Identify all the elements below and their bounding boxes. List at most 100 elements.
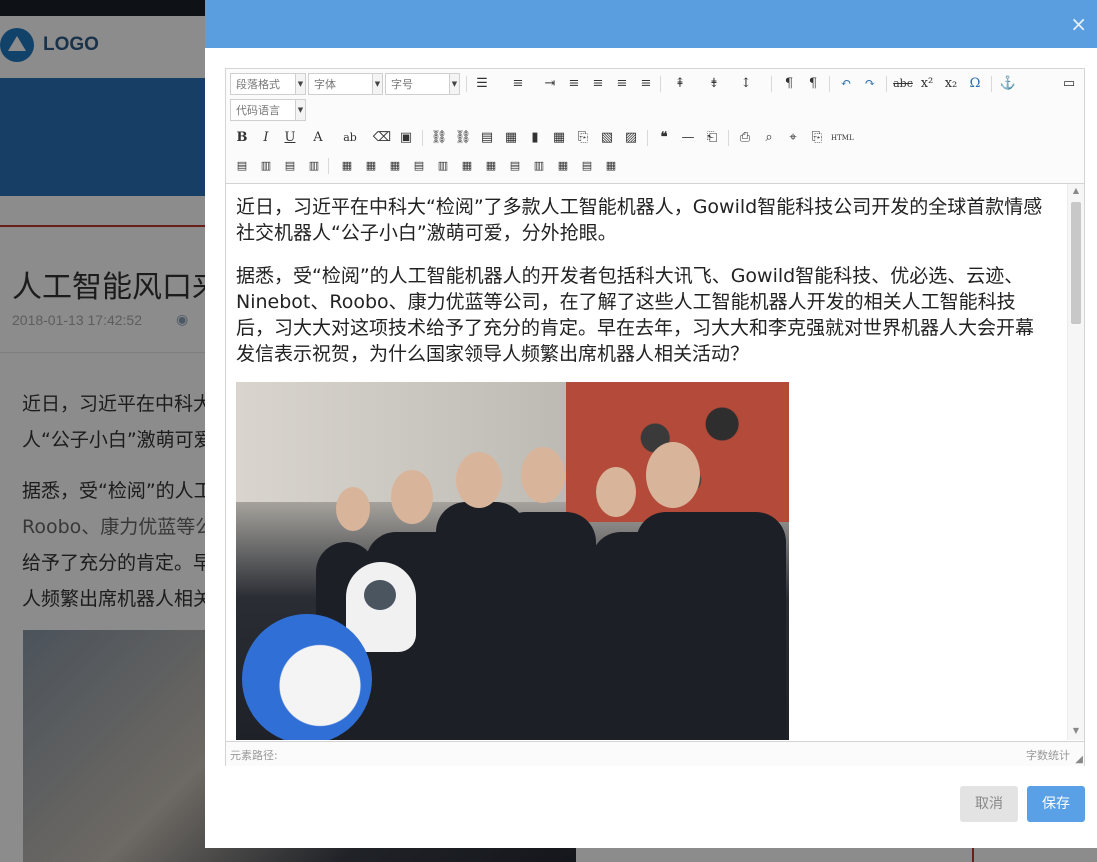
- toolbar-separator: [991, 76, 992, 92]
- element-path-label: 元素路径:: [230, 749, 278, 762]
- format-paint-icon[interactable]: ▣: [396, 128, 416, 148]
- rich-text-editor: 段落格式 ▼ 字体 ▼ 字号 ▼ ☰ ≡ ⇥ ≡ ≡ ≡ ≡ ⇞ ⇟ ↕ ¶ ¶ ↶ …: [225, 68, 1085, 766]
- split-to-cols-icon[interactable]: ▥: [529, 156, 549, 176]
- eraser-icon[interactable]: ⌫: [372, 128, 392, 148]
- insert-column-icon[interactable]: ▥: [256, 156, 276, 176]
- paragraph-format-select[interactable]: 段落格式 ▼: [230, 73, 306, 95]
- editor-toolbar: 段落格式 ▼ 字体 ▼ 字号 ▼ ☰ ≡ ⇥ ≡ ≡ ≡ ≡ ⇞ ⇟ ↕ ¶ ¶ ↶ …: [226, 69, 1084, 184]
- blockquote-icon[interactable]: ❝: [654, 128, 674, 148]
- font-color-icon[interactable]: A: [308, 128, 328, 148]
- toolbar-separator: [647, 130, 648, 146]
- content-photo[interactable]: [236, 382, 789, 740]
- map-icon[interactable]: ▧: [597, 128, 617, 148]
- align-right-icon[interactable]: ≡: [612, 74, 632, 94]
- multi-image-icon[interactable]: ▦: [501, 128, 521, 148]
- redo-icon[interactable]: ↷: [860, 74, 880, 94]
- delete-table-icon[interactable]: ▦: [553, 156, 573, 176]
- content-scrollbar[interactable]: ▲ ▼: [1067, 184, 1084, 740]
- merge-cells-icon[interactable]: ▦: [361, 156, 381, 176]
- font-size-select[interactable]: 字号 ▼: [385, 73, 460, 95]
- align-center-icon[interactable]: ≡: [588, 74, 608, 94]
- rtl-icon[interactable]: ¶: [803, 74, 823, 94]
- editor-statusbar: 元素路径: 字数统计 ◢: [226, 741, 1084, 766]
- scroll-up-icon[interactable]: ▲: [1068, 186, 1084, 198]
- toolbar-separator: [328, 158, 329, 174]
- font-family-select[interactable]: 字体 ▼: [308, 73, 383, 95]
- table-grid-icon[interactable]: ▦: [601, 156, 621, 176]
- code-language-label: 代码语言: [236, 104, 280, 117]
- undo-icon[interactable]: ↶: [836, 74, 856, 94]
- editor-content[interactable]: 近日，习近平在中科大“检阅”了多款人工智能机器人，Gowild智能科技公司开发的…: [226, 184, 1066, 740]
- print-icon[interactable]: ⎙: [735, 128, 755, 148]
- underline-icon[interactable]: U: [280, 128, 300, 148]
- align-justify-icon[interactable]: ≡: [636, 74, 656, 94]
- scrawl-icon[interactable]: ▨: [621, 128, 641, 148]
- chevron-down-icon: ▼: [449, 74, 459, 94]
- insert-col-after-icon[interactable]: ▥: [433, 156, 453, 176]
- toolbar-separator: [660, 76, 661, 92]
- merge-right-icon[interactable]: ▦: [457, 156, 477, 176]
- split-to-rows-icon[interactable]: ▤: [505, 156, 525, 176]
- superscript-icon[interactable]: x²: [917, 74, 937, 94]
- content-paragraph-1[interactable]: 近日，习近平在中科大“检阅”了多款人工智能机器人，Gowild智能科技公司开发的…: [236, 194, 1051, 246]
- word-count-label[interactable]: 字数统计: [1026, 747, 1070, 763]
- edit-dialog: × 段落格式 ▼ 字体 ▼ 字号 ▼ ☰ ≡ ⇥ ≡ ≡ ≡ ≡ ⇞ ⇟ ↕ ¶ ¶ …: [205, 0, 1097, 848]
- html-source-icon[interactable]: HTML: [831, 128, 854, 148]
- subscript-icon[interactable]: x₂: [941, 74, 961, 94]
- ltr-icon[interactable]: ¶: [779, 74, 799, 94]
- resize-grip-icon[interactable]: ◢: [1075, 754, 1083, 765]
- paragraph-format-label: 段落格式: [236, 78, 280, 91]
- insert-row-after-icon[interactable]: ▤: [409, 156, 429, 176]
- horizontal-rule-icon[interactable]: —: [678, 128, 698, 148]
- scrollbar-thumb[interactable]: [1071, 202, 1081, 324]
- ordered-list-icon[interactable]: ☰: [472, 74, 492, 94]
- paste-icon[interactable]: ⎘: [807, 128, 827, 148]
- toolbar-separator: [886, 76, 887, 92]
- line-spacing-bottom-icon[interactable]: ⇟: [704, 74, 724, 94]
- preview-icon[interactable]: ⌕: [759, 128, 779, 148]
- indent-icon[interactable]: ⇥: [540, 74, 560, 94]
- unordered-list-icon[interactable]: ≡: [508, 74, 528, 94]
- merge-down-icon[interactable]: ▦: [481, 156, 501, 176]
- dialog-header: ×: [205, 0, 1097, 48]
- delete-column-icon[interactable]: ▥: [304, 156, 324, 176]
- save-button[interactable]: 保存: [1027, 786, 1085, 822]
- chevron-down-icon: ▼: [372, 74, 382, 94]
- close-button[interactable]: ×: [1070, 12, 1087, 36]
- content-paragraph-2[interactable]: 据悉，受“检阅”的人工智能机器人的开发者包括科大讯飞、Gowild智能科技、优必…: [236, 263, 1051, 367]
- bold-icon[interactable]: B: [232, 128, 252, 148]
- chevron-down-icon: ▼: [295, 74, 305, 94]
- toolbar-separator: [728, 130, 729, 146]
- insert-caption-icon[interactable]: ▤: [577, 156, 597, 176]
- cancel-button[interactable]: 取消: [960, 786, 1018, 822]
- attachment-icon[interactable]: ⎘: [573, 128, 593, 148]
- table-icon[interactable]: ▦: [549, 128, 569, 148]
- page-break-icon[interactable]: ⎗: [702, 128, 722, 148]
- highlight-color-icon[interactable]: ab: [340, 128, 360, 148]
- line-height-icon[interactable]: ↕: [736, 74, 756, 94]
- special-char-icon[interactable]: Ω: [965, 74, 985, 94]
- fullscreen-icon[interactable]: ▭: [1059, 74, 1079, 94]
- line-spacing-top-icon[interactable]: ⇞: [670, 74, 690, 94]
- unlink-icon[interactable]: ⛓: [453, 128, 473, 148]
- strikethrough-icon[interactable]: abc: [893, 74, 913, 94]
- insert-row-icon[interactable]: ▤: [232, 156, 252, 176]
- align-left-icon[interactable]: ≡: [564, 74, 584, 94]
- toolbar-separator: [466, 76, 467, 92]
- delete-row-icon[interactable]: ▤: [280, 156, 300, 176]
- video-icon[interactable]: ▮: [525, 128, 545, 148]
- search-replace-icon[interactable]: ⌖: [783, 128, 803, 148]
- code-language-select[interactable]: 代码语言 ▼: [230, 99, 306, 121]
- toolbar-separator: [829, 76, 830, 92]
- anchor-icon[interactable]: ⚓: [998, 74, 1018, 94]
- toolbar-separator: [422, 130, 423, 146]
- image-icon[interactable]: ▤: [477, 128, 497, 148]
- italic-icon[interactable]: I: [256, 128, 276, 148]
- chevron-down-icon: ▼: [295, 100, 305, 120]
- toolbar-separator: [771, 76, 772, 92]
- split-cells-icon[interactable]: ▦: [385, 156, 405, 176]
- scroll-down-icon[interactable]: ▼: [1068, 726, 1084, 738]
- table-props-icon[interactable]: ▦: [337, 156, 357, 176]
- font-size-label: 字号: [391, 78, 413, 91]
- link-icon[interactable]: ⛓: [429, 128, 449, 148]
